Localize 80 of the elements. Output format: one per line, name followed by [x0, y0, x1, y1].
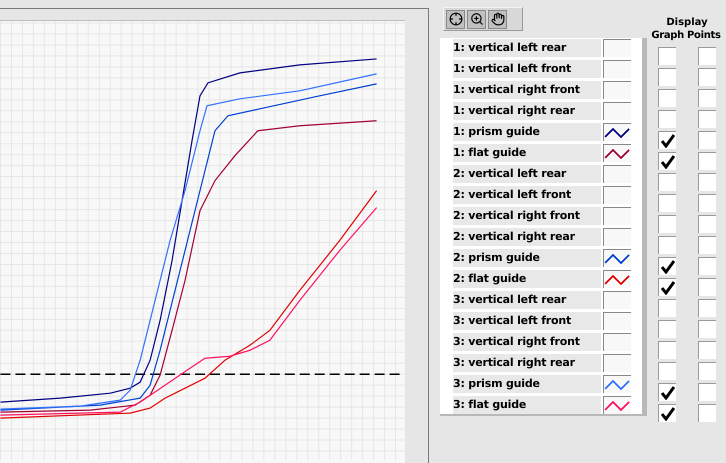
line-swatch — [603, 354, 631, 372]
line-swatch — [603, 102, 631, 120]
checkbox[interactable] — [698, 257, 716, 275]
display-header: Display — [666, 16, 708, 29]
checkbox[interactable] — [698, 110, 716, 128]
checkbox[interactable] — [698, 383, 716, 401]
legend-label[interactable]: 3: flat guide — [453, 396, 601, 414]
line-swatch — [603, 333, 631, 351]
line-swatch — [603, 291, 631, 309]
line-swatch — [603, 60, 631, 78]
checkbox[interactable] — [658, 152, 676, 170]
checkmark-icon — [660, 280, 674, 294]
checkbox[interactable] — [658, 131, 676, 149]
checkbox[interactable] — [658, 236, 676, 254]
checkbox[interactable] — [698, 173, 716, 191]
checkmark-icon — [660, 406, 674, 420]
legend-label[interactable]: 3: prism guide — [453, 375, 601, 393]
line-swatch — [603, 207, 631, 225]
checkbox[interactable] — [698, 152, 716, 170]
legend-label[interactable]: 2: flat guide — [453, 270, 601, 288]
checkbox[interactable] — [658, 68, 676, 86]
zoom-icon — [470, 12, 484, 26]
legend-label[interactable]: 2: prism guide — [453, 249, 601, 267]
legend-label[interactable]: 3: vertical left rear — [453, 291, 601, 309]
checkbox[interactable] — [698, 89, 716, 107]
checkbox[interactable] — [698, 194, 716, 212]
legend-label[interactable]: 3: vertical right front — [453, 333, 601, 351]
checkbox[interactable] — [658, 47, 676, 65]
checkbox[interactable] — [698, 131, 716, 149]
column-header: Points — [686, 29, 721, 42]
checkbox[interactable] — [658, 362, 676, 380]
checkbox[interactable] — [698, 299, 716, 317]
checkmark-icon — [660, 154, 674, 168]
line-swatch — [603, 228, 631, 246]
checkbox[interactable] — [698, 341, 716, 359]
legend-label[interactable]: 1: vertical left rear — [453, 39, 601, 57]
line-swatch — [603, 165, 631, 183]
legend-label[interactable]: 2: vertical right front — [453, 207, 601, 225]
legend-label[interactable]: 1: vertical left front — [453, 60, 601, 78]
checkbox[interactable] — [698, 278, 716, 296]
legend-label[interactable]: 2: vertical left front — [453, 186, 601, 204]
checkbox[interactable] — [658, 257, 676, 275]
checkbox[interactable] — [698, 320, 716, 338]
checkbox[interactable] — [658, 299, 676, 317]
checkbox[interactable] — [658, 383, 676, 401]
legend-label[interactable]: 3: vertical left front — [453, 312, 601, 330]
line-swatch — [603, 81, 631, 99]
checkbox[interactable] — [658, 89, 676, 107]
checkbox[interactable] — [698, 215, 716, 233]
legend-label[interactable]: 1: flat guide — [453, 144, 601, 162]
tool-button[interactable] — [467, 10, 486, 28]
checkbox[interactable] — [658, 194, 676, 212]
checkbox[interactable] — [698, 68, 716, 86]
checkbox[interactable] — [658, 404, 676, 422]
checkbox[interactable] — [658, 341, 676, 359]
legend-label[interactable]: 3: vertical right rear — [453, 354, 601, 372]
tool-button[interactable] — [446, 10, 465, 28]
legend-label[interactable]: 1: vertical right rear — [453, 102, 601, 120]
checkbox[interactable] — [658, 215, 676, 233]
checkbox[interactable] — [698, 236, 716, 254]
legend-label[interactable]: 2: vertical left rear — [453, 165, 601, 183]
checkbox[interactable] — [658, 110, 676, 128]
checkbox[interactable] — [698, 47, 716, 65]
crosshair-icon — [448, 12, 462, 26]
checkmark-icon — [660, 134, 674, 148]
legend-label[interactable]: 1: vertical right front — [453, 81, 601, 99]
line-swatch — [603, 186, 631, 204]
checkbox[interactable] — [698, 404, 716, 422]
line-swatch — [603, 312, 631, 330]
checkbox[interactable] — [698, 362, 716, 380]
column-header: Graph — [651, 29, 684, 42]
hand-icon — [490, 12, 504, 26]
checkbox[interactable] — [658, 278, 676, 296]
tool-button[interactable] — [488, 10, 507, 28]
checkmark-icon — [660, 386, 674, 400]
checkbox[interactable] — [658, 320, 676, 338]
legend-label[interactable]: 1: prism guide — [453, 123, 601, 141]
checkmark-icon — [660, 260, 674, 274]
checkbox[interactable] — [658, 173, 676, 191]
legend-label[interactable]: 2: vertical right rear — [453, 228, 601, 246]
